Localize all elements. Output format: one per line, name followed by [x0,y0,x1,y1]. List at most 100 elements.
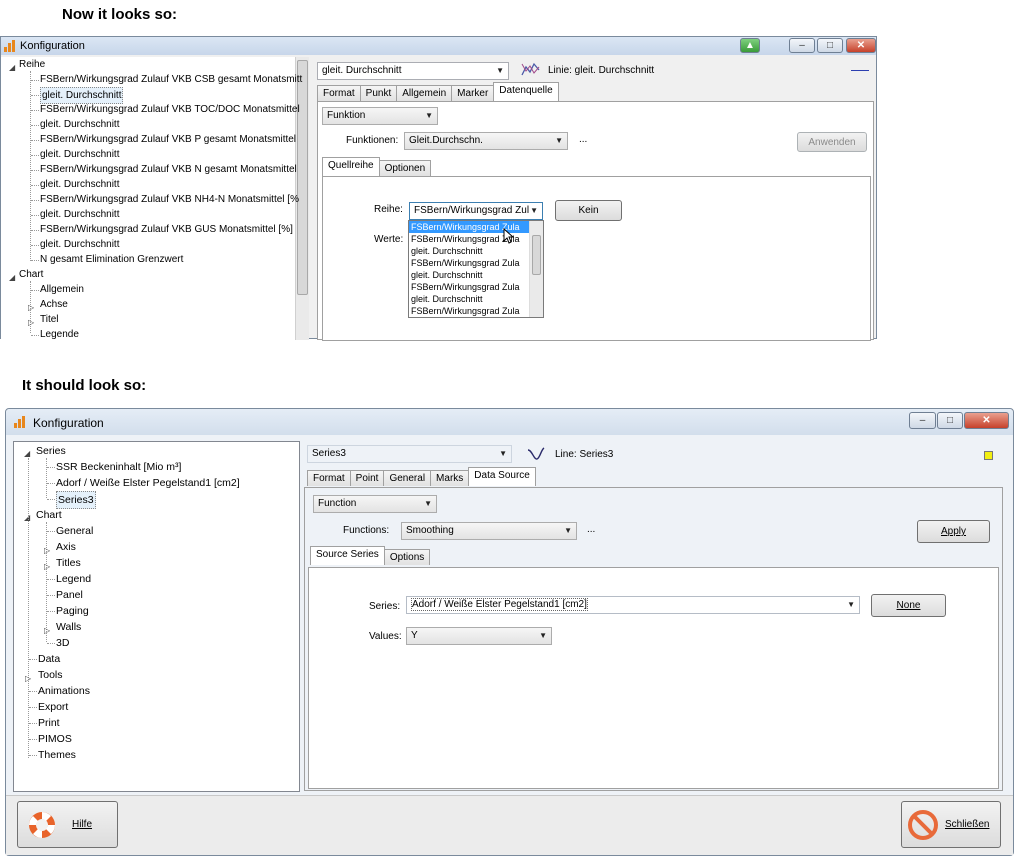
tree-connector [31,140,39,141]
expand-arrow-icon[interactable]: ▷ [28,300,34,315]
close-dialog-button[interactable]: Schließen [901,801,1001,848]
tree-chart-item[interactable]: Titles [56,555,81,571]
tab-marks[interactable]: Marks [430,470,470,486]
close-button[interactable]: ✕ [964,412,1009,429]
tree-chart-item[interactable]: Allgemein [40,282,84,297]
series-select[interactable]: Series3 ▼ [307,445,512,463]
tree-chart-item[interactable]: Walls [56,619,81,635]
dropdown-scroll-thumb[interactable] [532,235,541,275]
close-button[interactable]: ✕ [846,38,876,53]
tree-root-chart[interactable]: Chart [19,267,43,282]
functions-more-button[interactable]: ... [587,524,595,535]
tree-series-item[interactable]: gleit. Durchschnitt [40,237,119,252]
tree-chart-item[interactable]: Axis [56,539,76,555]
tree-series-item[interactable]: N gesamt Elimination Grenzwert [40,252,183,267]
tree-chart-item[interactable]: Achse [40,297,68,312]
maximize-button[interactable]: □ [937,412,963,429]
dropdown-scrollbar[interactable] [529,221,543,317]
tab-format[interactable]: Format [307,470,351,486]
tree-series-item[interactable]: FSBern/Wirkungsgrad Zulauf VKB TOC/DOC M… [40,102,300,117]
tab-general[interactable]: General [383,470,432,486]
help-label: Hilfe [72,819,93,830]
function-select[interactable]: Funktion ▼ [322,107,438,125]
expand-arrow-icon[interactable]: ◢ [9,60,15,75]
chevron-down-icon: ▼ [539,631,547,640]
tree-root-item[interactable]: Animations [38,683,90,699]
tab-allgemein[interactable]: Allgemein [396,85,453,101]
values-select[interactable]: Y ▼ [406,627,552,645]
tree-root-series[interactable]: Series [36,443,66,459]
maximize-button[interactable]: □ [817,38,843,53]
subtab-quellreihe[interactable]: Quellreihe [322,157,380,176]
tree-series-item[interactable]: FSBern/Wirkungsgrad Zulauf VKB NH4-N Mon… [40,192,299,207]
dropdown-option[interactable]: FSBern/Wirkungsgrad Zula [409,257,529,269]
tree-chart-item[interactable]: Paging [56,603,89,619]
tree-root-series[interactable]: Reihe [19,57,45,72]
tree-chart-item[interactable]: Panel [56,587,83,603]
series-color-swatch[interactable] [984,451,993,460]
apply-button[interactable]: Anwenden [797,132,867,152]
tree-series-item[interactable]: Adorf / Weiße Elster Pegelstand1 [cm2] [56,475,240,491]
tab-data-source[interactable]: Data Source [468,467,536,486]
minimize-button[interactable]: – [789,38,815,53]
subtab-optionen[interactable]: Optionen [378,160,432,176]
functions-select[interactable]: Smoothing ▼ [401,522,577,540]
tree-series-item[interactable]: Series3 [56,491,96,509]
expand-arrow-icon[interactable]: ▷ [44,623,50,639]
dropdown-option[interactable]: FSBern/Wirkungsgrad Zula [409,281,529,293]
tree-root-item[interactable]: Export [38,699,68,715]
tree-root-item[interactable]: Print [38,715,60,731]
expand-arrow-icon[interactable]: ▷ [28,315,34,330]
dropdown-option[interactable]: gleit. Durchschnitt [409,293,529,305]
functions-select[interactable]: Gleit.Durchschn. ▼ [404,132,568,150]
tree-series-item[interactable]: gleit. Durchschnitt [40,207,119,222]
data-source-page: Function ▼ Functions: Smoothing ▼ ... Ap… [304,487,1003,791]
apply-button[interactable]: Apply [917,520,990,543]
tab-punkt[interactable]: Punkt [359,85,398,101]
tab-format[interactable]: Format [317,85,361,101]
minimize-button[interactable]: – [909,412,936,429]
tree-chart-item[interactable]: Legend [56,571,91,587]
tree-series-item[interactable]: SSR Beckeninhalt [Mio m³] [56,459,181,475]
expand-arrow-icon[interactable]: ▷ [44,559,50,575]
tree-root-item[interactable]: Data [38,651,60,667]
tree-root-item[interactable]: Themes [38,747,76,763]
tree-series-item[interactable]: FSBern/Wirkungsgrad Zulauf VKB P gesamt … [40,132,296,147]
tree-series-item[interactable]: gleit. Durchschnitt [40,177,119,192]
tree-root-item[interactable]: PIMOS [38,731,72,747]
tree-scroll-thumb[interactable] [297,60,308,295]
tree-series-item[interactable]: gleit. Durchschnitt [40,147,119,162]
functions-more-button[interactable]: ... [579,134,587,145]
green-tray-icon[interactable]: ▲ [740,38,760,53]
expand-arrow-icon[interactable]: ◢ [9,270,15,285]
dropdown-option[interactable]: gleit. Durchschnitt [409,245,529,257]
source-series-select[interactable]: FSBern/Wirkungsgrad Zul ▼ [409,202,543,220]
dropdown-option[interactable]: gleit. Durchschnitt [409,269,529,281]
tab-point[interactable]: Point [349,470,385,486]
expand-arrow-icon[interactable]: ▷ [44,543,50,559]
tab-marker[interactable]: Marker [451,85,495,101]
help-button[interactable]: Hilfe [17,801,118,848]
tree-series-item[interactable]: FSBern/Wirkungsgrad Zulauf VKB CSB gesam… [40,72,302,87]
tree-chart-item[interactable]: 3D [56,635,69,651]
source-series-select[interactable]: Adorf / Weiße Elster Pegelstand1 [cm2] ▼ [406,596,860,614]
none-button[interactable]: None [871,594,946,617]
function-select[interactable]: Function ▼ [313,495,437,513]
none-button[interactable]: Kein [555,200,622,221]
tree-chart-item[interactable]: Legende [40,327,79,340]
tree-series-item[interactable]: gleit. Durchschnitt [40,117,119,132]
expand-arrow-icon[interactable]: ▷ [25,671,31,687]
dropdown-option[interactable]: FSBern/Wirkungsgrad Zula [409,305,529,317]
tree-root-item[interactable]: Tools [38,667,63,683]
series-select[interactable]: gleit. Durchschnitt ▼ [317,62,509,80]
tab-datenquelle[interactable]: Datenquelle [493,82,559,101]
tree-connector [31,290,39,291]
tree-chart-item[interactable]: Titel [40,312,59,327]
tree-chart-item[interactable]: General [56,523,93,539]
subtab-source-series[interactable]: Source Series [310,546,385,565]
subtab-options[interactable]: Options [383,549,431,565]
tree-root-chart[interactable]: Chart [36,507,62,523]
tree-series-item[interactable]: FSBern/Wirkungsgrad Zulauf VKB GUS Monat… [40,222,293,237]
tree-series-item[interactable]: FSBern/Wirkungsgrad Zulauf VKB N gesamt … [40,162,297,177]
series-dropdown-list[interactable]: FSBern/Wirkungsgrad Zula FSBern/Wirkungsg… [408,220,544,318]
